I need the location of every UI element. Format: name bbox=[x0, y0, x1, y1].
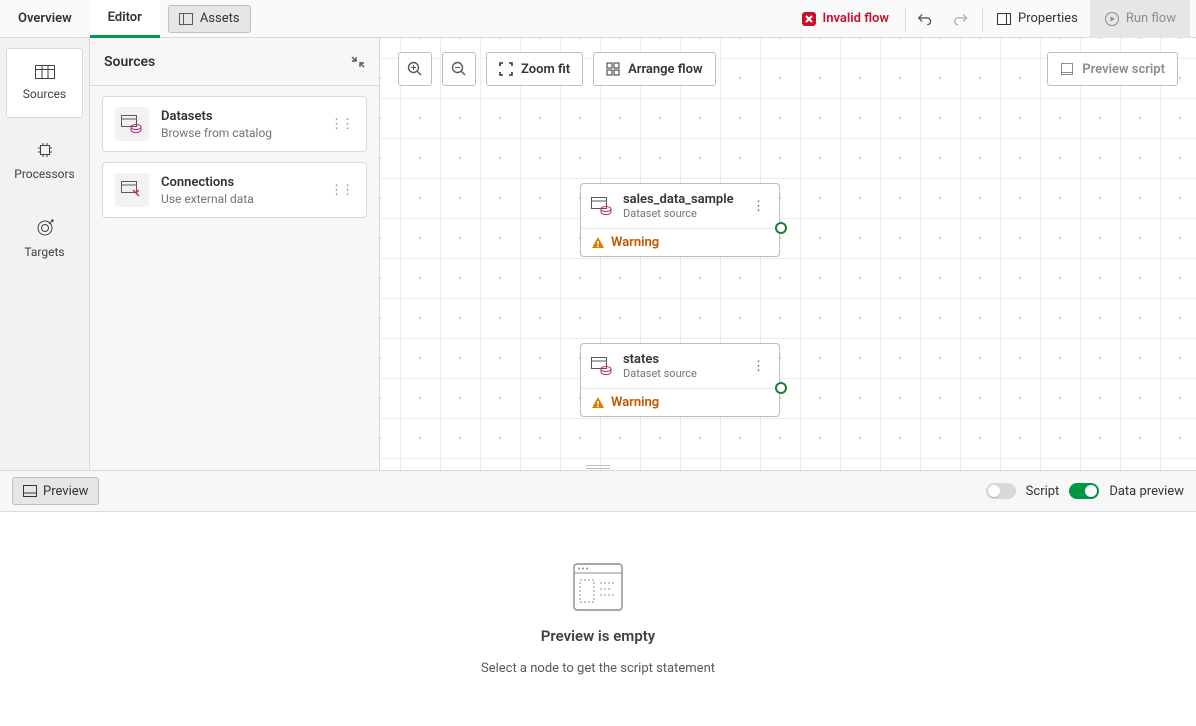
processors-icon bbox=[36, 141, 54, 159]
panel-icon bbox=[23, 485, 37, 497]
rail-processors-label: Processors bbox=[14, 167, 75, 181]
rail-targets[interactable]: Targets bbox=[6, 204, 83, 274]
preview-empty-subtitle: Select a node to get the script statemen… bbox=[481, 661, 715, 676]
source-card-title: Connections bbox=[161, 175, 316, 190]
sources-panel-title: Sources bbox=[104, 54, 155, 70]
node-warning-label: Warning bbox=[611, 395, 659, 410]
connection-icon bbox=[115, 173, 149, 207]
empty-preview-icon bbox=[573, 563, 623, 611]
top-tab-bar: Overview Editor Assets Invalid flow Prop… bbox=[0, 0, 1196, 38]
dataset-source-icon bbox=[591, 357, 613, 375]
play-icon bbox=[1104, 11, 1120, 27]
tab-overview[interactable]: Overview bbox=[0, 0, 90, 38]
source-card-connections[interactable]: Connections Use external data ⋮⋮ bbox=[102, 162, 367, 218]
divider bbox=[982, 7, 983, 31]
run-flow-button: Run flow bbox=[1090, 0, 1190, 38]
preview-toolbar: Preview Script Data preview bbox=[0, 470, 1196, 512]
dataset-source-icon bbox=[591, 197, 613, 215]
undo-button[interactable] bbox=[908, 0, 944, 38]
preview-script-button: Preview script bbox=[1047, 52, 1178, 86]
warning-icon bbox=[591, 236, 605, 250]
canvas-node-states[interactable]: states Dataset source ⋮ Warning bbox=[580, 343, 780, 417]
targets-icon bbox=[36, 219, 54, 237]
properties-button[interactable]: Properties bbox=[985, 0, 1090, 38]
sources-icon bbox=[35, 65, 55, 79]
assets-button[interactable]: Assets bbox=[168, 5, 251, 33]
node-title: sales_data_sample bbox=[623, 192, 734, 207]
divider bbox=[905, 7, 906, 31]
node-warning: Warning bbox=[581, 228, 779, 256]
fullscreen-icon bbox=[499, 62, 513, 76]
invalid-flow-label: Invalid flow bbox=[823, 11, 890, 26]
node-menu-button[interactable]: ⋮ bbox=[748, 197, 769, 216]
main-area: Sources Processors Targets Sources bbox=[0, 38, 1196, 470]
preview-label: Preview bbox=[43, 484, 88, 499]
zoom-fit-button[interactable]: Zoom fit bbox=[486, 52, 583, 86]
drag-handle-icon[interactable]: ⋮⋮ bbox=[328, 117, 354, 132]
source-card-title: Datasets bbox=[161, 109, 316, 124]
warning-icon bbox=[591, 396, 605, 410]
drag-handle-icon[interactable]: ⋮⋮ bbox=[328, 183, 354, 198]
script-icon bbox=[1060, 62, 1074, 76]
output-port[interactable] bbox=[775, 222, 787, 234]
data-preview-toggle[interactable] bbox=[1069, 483, 1099, 499]
arrange-flow-label: Arrange flow bbox=[628, 62, 702, 77]
source-card-datasets[interactable]: Datasets Browse from catalog ⋮⋮ bbox=[102, 96, 367, 152]
canvas-toolbar: Zoom fit Arrange flow bbox=[398, 52, 716, 86]
resize-grip[interactable] bbox=[586, 465, 610, 471]
sources-panel-header: Sources bbox=[90, 38, 379, 86]
arrange-flow-button[interactable]: Arrange flow bbox=[593, 52, 715, 86]
source-card-sub: Browse from catalog bbox=[161, 126, 316, 140]
tab-editor[interactable]: Editor bbox=[90, 0, 160, 38]
rail-targets-label: Targets bbox=[24, 245, 64, 259]
node-subtitle: Dataset source bbox=[623, 207, 734, 220]
rail-sources-label: Sources bbox=[23, 87, 66, 101]
script-toggle-label: Script bbox=[1026, 484, 1060, 499]
source-card-sub: Use external data bbox=[161, 192, 316, 206]
zoom-in-button[interactable] bbox=[398, 52, 432, 86]
preview-script-label: Preview script bbox=[1082, 62, 1165, 77]
redo-button[interactable] bbox=[944, 0, 980, 38]
data-preview-toggle-label: Data preview bbox=[1109, 484, 1184, 499]
run-flow-label: Run flow bbox=[1126, 11, 1176, 26]
script-toggle[interactable] bbox=[986, 483, 1016, 499]
collapse-icon[interactable] bbox=[351, 55, 365, 69]
node-menu-button[interactable]: ⋮ bbox=[748, 357, 769, 376]
error-icon bbox=[801, 11, 817, 27]
node-warning: Warning bbox=[581, 388, 779, 416]
node-subtitle: Dataset source bbox=[623, 367, 697, 380]
output-port[interactable] bbox=[775, 382, 787, 394]
node-title: states bbox=[623, 352, 697, 367]
rail-sources[interactable]: Sources bbox=[6, 48, 83, 118]
panel-icon bbox=[997, 13, 1011, 25]
preview-button[interactable]: Preview bbox=[12, 477, 99, 505]
invalid-flow-indicator: Invalid flow bbox=[787, 11, 904, 27]
preview-body: Preview is empty Select a node to get th… bbox=[0, 512, 1196, 726]
left-rail: Sources Processors Targets bbox=[0, 38, 90, 470]
rail-processors[interactable]: Processors bbox=[6, 126, 83, 196]
zoom-fit-label: Zoom fit bbox=[521, 62, 570, 77]
node-warning-label: Warning bbox=[611, 235, 659, 250]
properties-label: Properties bbox=[1018, 11, 1078, 26]
flow-canvas[interactable]: Zoom fit Arrange flow Preview script bbox=[380, 38, 1196, 470]
sources-panel: Sources Datasets Browse from catalog ⋮⋮ … bbox=[90, 38, 380, 470]
panel-icon bbox=[179, 13, 193, 25]
grid-icon bbox=[606, 62, 620, 76]
preview-empty-title: Preview is empty bbox=[541, 627, 656, 645]
dataset-icon bbox=[115, 107, 149, 141]
zoom-out-button[interactable] bbox=[442, 52, 476, 86]
assets-label: Assets bbox=[200, 11, 240, 26]
canvas-node-sales-data-sample[interactable]: sales_data_sample Dataset source ⋮ Warni… bbox=[580, 183, 780, 257]
